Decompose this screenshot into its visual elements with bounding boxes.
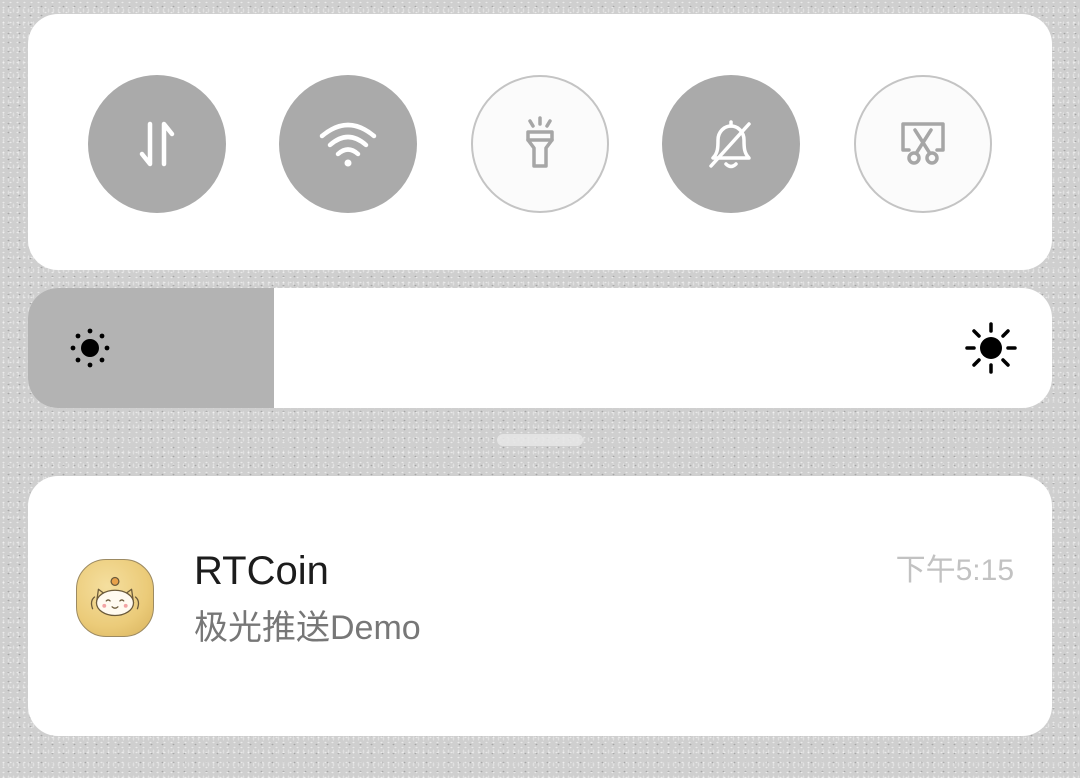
lucky-cat-app-icon [90, 576, 140, 617]
screenshot-icon [901, 122, 945, 165]
mobile-data-icon [139, 121, 175, 167]
mobile-data-toggle[interactable] [88, 75, 226, 213]
wifi-icon [319, 122, 377, 167]
app-icon [76, 559, 154, 637]
silent-mode-toggle[interactable] [662, 75, 800, 213]
wifi-toggle[interactable] [279, 75, 417, 213]
quick-toggles-panel [28, 14, 1052, 270]
flashlight-toggle[interactable] [471, 75, 609, 213]
panel-drag-handle[interactable] [497, 434, 583, 446]
notification-title: RTCoin [194, 549, 329, 593]
brightness-level-fill [28, 288, 274, 408]
notification-time: 下午5:15 [895, 554, 1014, 587]
sun-small-icon [70, 328, 110, 368]
brightness-slider[interactable] [28, 288, 1052, 408]
notification-body: 极光推送Demo [194, 609, 421, 647]
sun-large-icon [965, 322, 1017, 374]
silent-mode-icon [709, 120, 751, 169]
notification-card[interactable]: RTCoin 极光推送Demo 下午5:15 [28, 476, 1052, 736]
screenshot-toggle[interactable] [854, 75, 992, 213]
flashlight-icon [526, 116, 554, 168]
